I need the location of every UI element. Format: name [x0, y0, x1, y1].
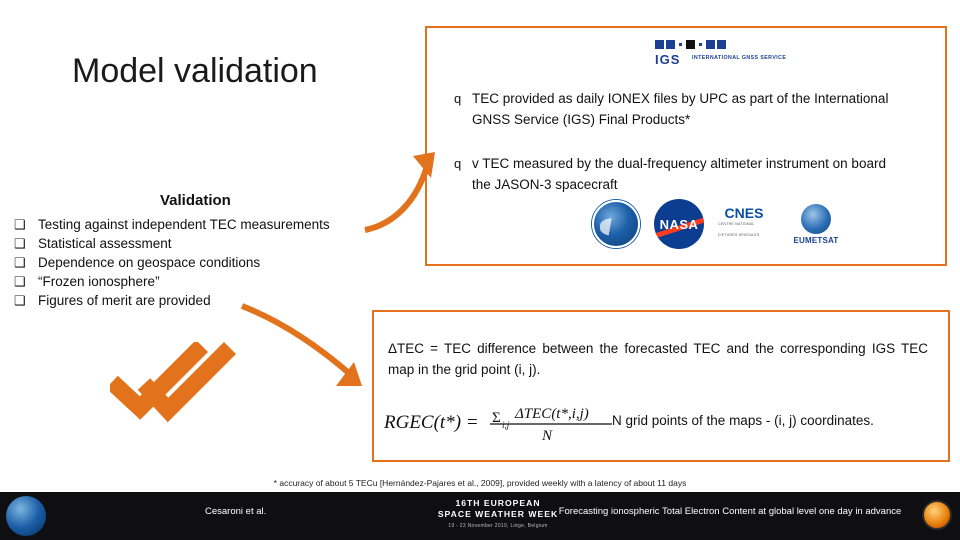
checkbox-bullet-icon: ❑	[14, 274, 26, 289]
footer-author: Cesaroni et al.	[205, 506, 267, 517]
bullet-paragraph-vtec: q v TEC measured by the dual-frequency a…	[454, 153, 897, 195]
svg-text:i,j: i,j	[502, 420, 510, 430]
double-checkmark-icon	[110, 342, 237, 423]
list-item: ❑ Statistical assessment	[10, 234, 390, 253]
ngrid-definition: N grid points of the maps - (i, j) coord…	[612, 413, 874, 428]
cnes-logo-icon: CNES CENTRE NATIONAL D'ETUDES SPATIALES	[718, 200, 770, 248]
list-item-label: “Frozen ionosphere”	[38, 274, 160, 289]
checkbox-bullet-icon: ❑	[14, 293, 26, 308]
arrow-down-icon	[240, 303, 362, 386]
footer-bar: Cesaroni et al. 16TH EUROPEAN SPACE WEAT…	[0, 492, 960, 540]
cnes-label: CNES	[724, 204, 764, 221]
cnes-sublabel: CENTRE NATIONAL D'ETUDES SPATIALES	[718, 221, 760, 237]
checkbox-bullet-icon: q	[454, 156, 462, 171]
svg-text:ΔTEC(t*,i,j): ΔTEC(t*,i,j)	[514, 406, 589, 422]
checkbox-bullet-icon: ❑	[14, 255, 26, 270]
eumetsat-logo-icon: EUMETSAT	[784, 200, 848, 248]
rgec-formula: RGEC(t*) = Σ i,j ΔTEC(t*,i,j) N	[384, 406, 612, 444]
footer-presentation-title: Forecasting ionospheric Total Electron C…	[558, 506, 902, 517]
checkbox-bullet-icon: ❑	[14, 236, 26, 251]
bullet-paragraph-text: v TEC measured by the dual-frequency alt…	[472, 156, 886, 192]
igs-wordmark: IGS	[655, 53, 680, 66]
footnote: * accuracy of about 5 TECu [Hernández-Pa…	[273, 478, 687, 488]
page-title: Model validation	[72, 52, 318, 90]
list-item-label: Figures of merit are provided	[38, 293, 211, 308]
list-item-label: Statistical assessment	[38, 236, 172, 251]
bullet-paragraph-text: TEC provided as daily IONEX files by UPC…	[472, 91, 889, 127]
list-item: ❑ “Frozen ionosphere”	[10, 272, 390, 291]
igs-subtitle: INTERNATIONAL GNSS SERVICE	[692, 55, 787, 61]
checkbox-bullet-icon: ❑	[14, 217, 26, 232]
list-item: ❑ Dependence on geospace conditions	[10, 253, 390, 272]
checkbox-bullet-icon: q	[454, 91, 462, 106]
list-item-label: Dependence on geospace conditions	[38, 255, 261, 270]
igs-wordmark-label: IGS	[655, 52, 681, 67]
eumetsat-label: EUMETSAT	[793, 235, 839, 245]
esww-line3: 19 - 23 November 2019, Liège, Belgium	[448, 523, 548, 529]
organization-logo-icon	[6, 496, 46, 536]
validation-list: ❑ Testing against independent TEC measur…	[10, 215, 390, 310]
list-item: ❑ Testing against independent TEC measur…	[10, 215, 390, 234]
noaa-logo-icon	[592, 200, 640, 248]
nasa-label: NASA	[659, 216, 699, 232]
agency-logo-row: NASA CNES CENTRE NATIONAL D'ETUDES SPATI…	[592, 198, 838, 250]
bullet-paragraph-tec: q TEC provided as daily IONEX files by U…	[454, 88, 897, 130]
svg-text:N: N	[541, 428, 553, 444]
nasa-logo-icon: NASA	[654, 199, 704, 249]
list-item-label: Testing against independent TEC measurem…	[38, 217, 330, 232]
sun-logo-icon	[922, 500, 952, 530]
svg-text:RGEC(t*) =: RGEC(t*) =	[384, 412, 479, 433]
delta-tec-definition: ΔTEC = TEC difference between the foreca…	[388, 341, 928, 377]
arrow-up-icon	[364, 152, 435, 233]
validation-heading: Validation	[160, 192, 231, 209]
